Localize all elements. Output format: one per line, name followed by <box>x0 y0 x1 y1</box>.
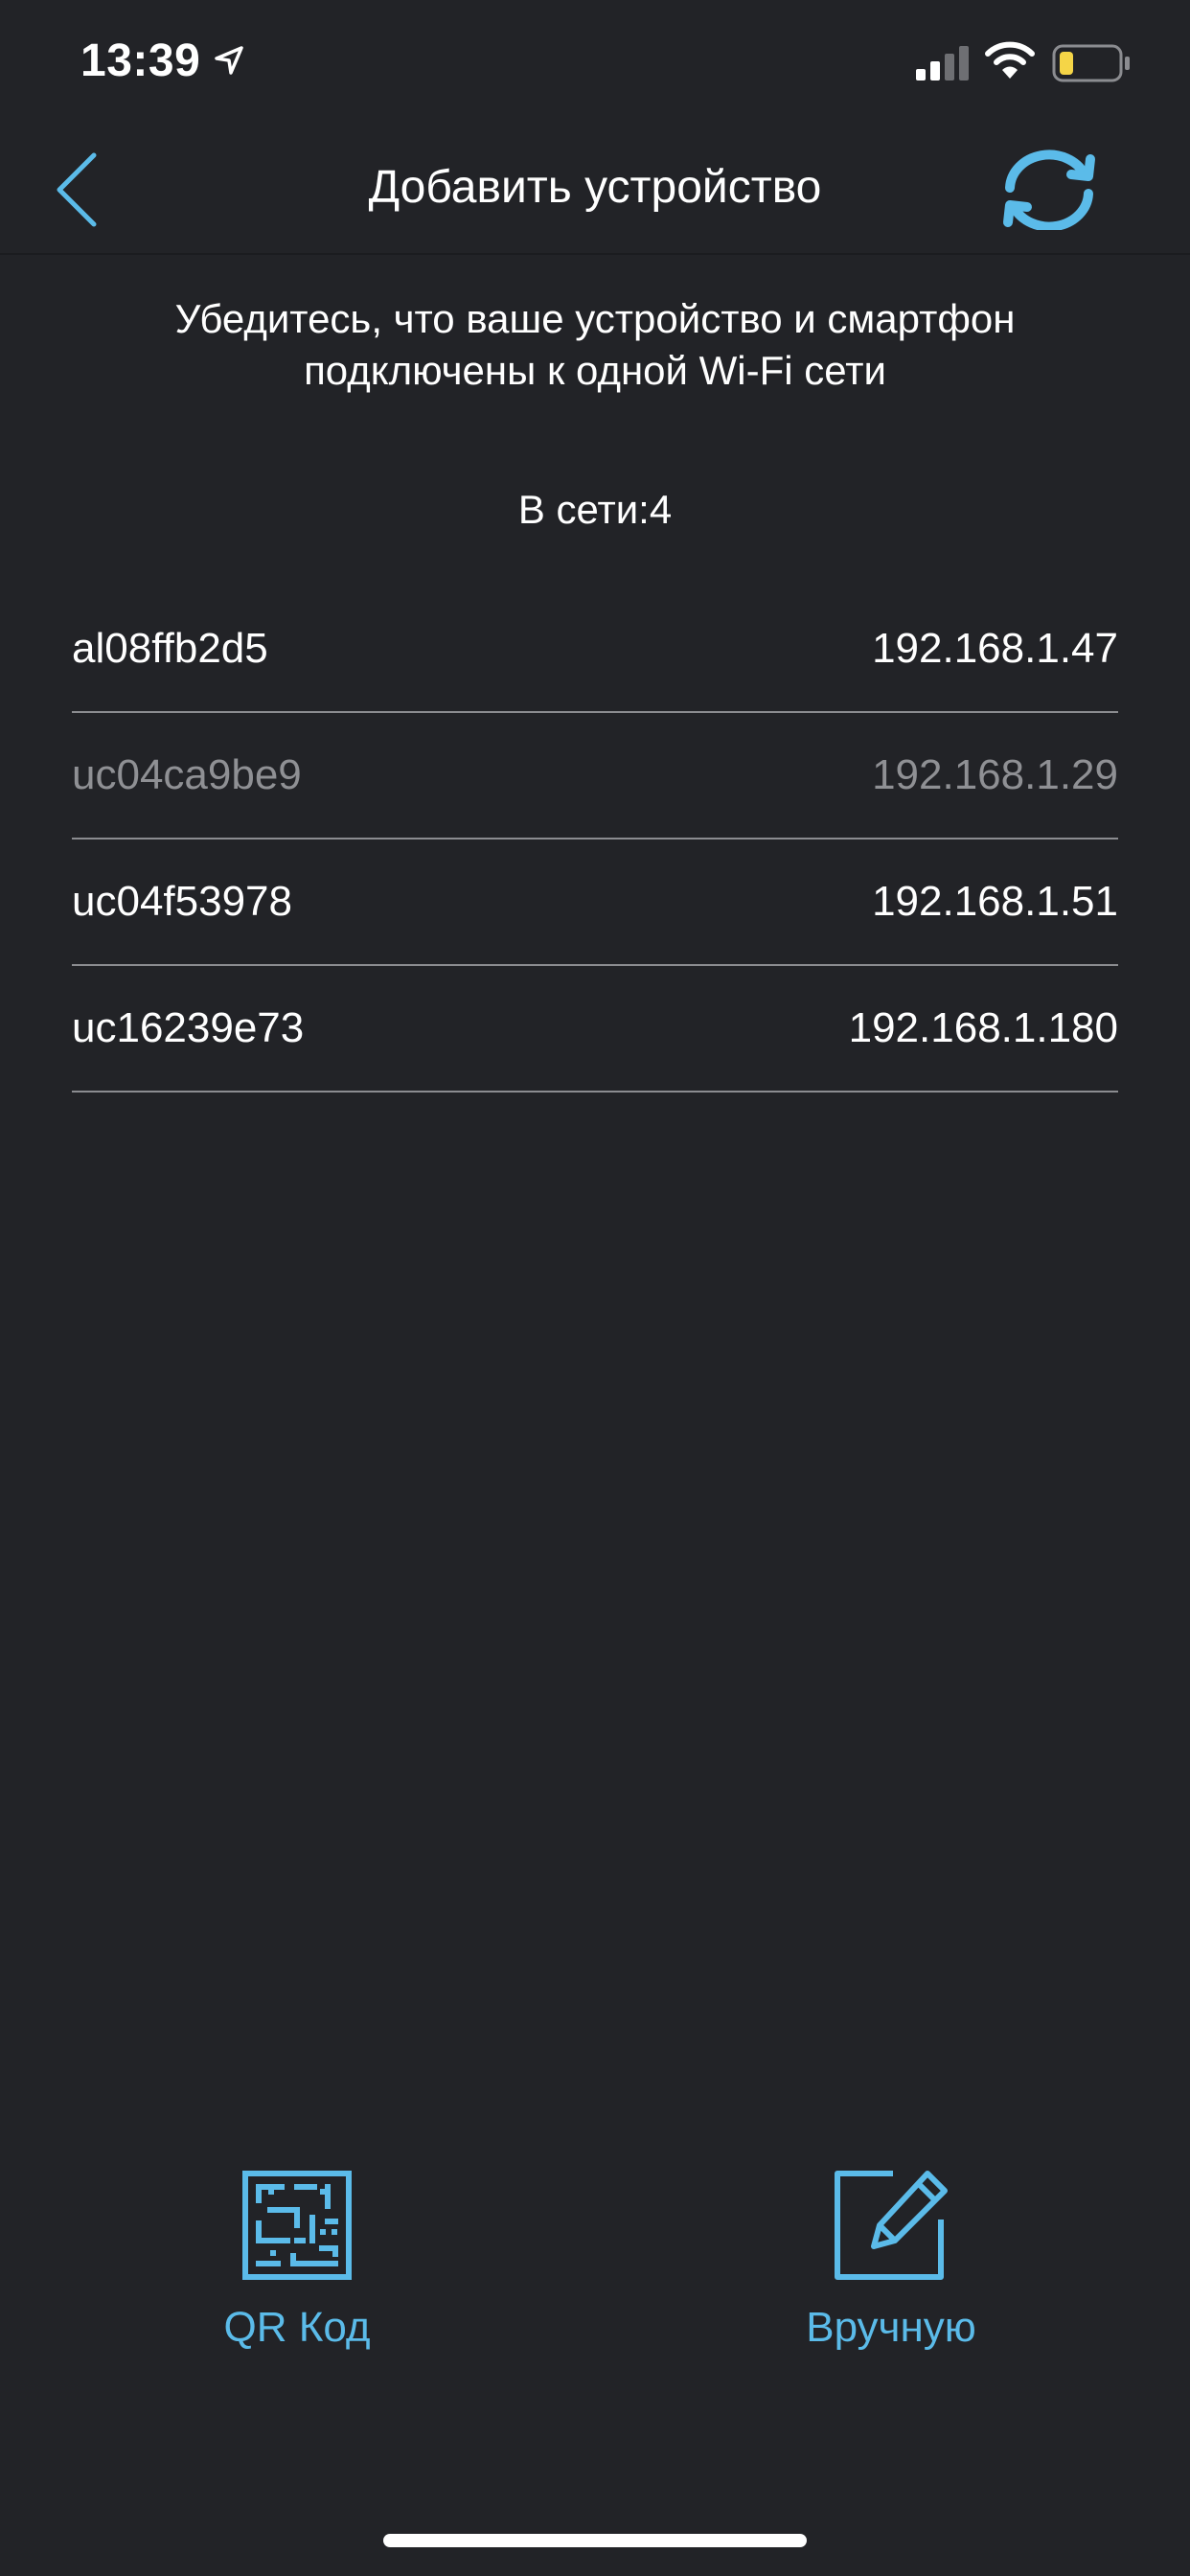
device-name: uc04f53978 <box>72 878 292 925</box>
back-button[interactable] <box>46 148 123 232</box>
nav-bar: Добавить устройство <box>0 126 1190 255</box>
page-title: Добавить устройство <box>368 162 822 213</box>
device-ip: 192.168.1.47 <box>872 625 1118 672</box>
home-indicator[interactable] <box>383 2534 807 2547</box>
wifi-icon <box>985 40 1035 80</box>
device-row[interactable]: uc04f53978 192.168.1.51 <box>72 840 1118 966</box>
instruction-line-1: Убедитесь, что ваше устройство и смартфо… <box>174 296 1016 341</box>
instruction-line-2: подключены к одной Wi-Fi сети <box>304 348 886 393</box>
chevron-left-icon <box>57 152 97 227</box>
device-row[interactable]: al08ffb2d5 192.168.1.47 <box>72 586 1118 713</box>
qr-code-icon <box>242 2171 352 2280</box>
refresh-icon <box>1003 150 1095 232</box>
manual-entry-button[interactable]: Вручную <box>747 2168 1035 2352</box>
device-name: uc16239e73 <box>72 1004 305 1051</box>
device-row[interactable]: uc16239e73 192.168.1.180 <box>72 966 1118 1092</box>
refresh-button[interactable] <box>996 150 1102 232</box>
edit-pencil-icon <box>835 2171 948 2280</box>
cellular-signal-icon <box>916 46 970 80</box>
manual-entry-label: Вручную <box>806 2304 976 2351</box>
device-row[interactable]: uc04ca9be9 192.168.1.29 <box>72 713 1118 840</box>
battery-low-icon <box>1052 44 1131 82</box>
location-arrow-icon <box>213 44 245 77</box>
status-bar: 13:39 <box>0 0 1190 126</box>
status-time: 13:39 <box>80 35 201 86</box>
device-ip: 192.168.1.180 <box>848 1004 1118 1051</box>
device-ip: 192.168.1.29 <box>872 751 1118 798</box>
instruction-text: Убедитесь, что ваше устройство и смартфо… <box>77 293 1113 397</box>
device-name: al08ffb2d5 <box>72 625 268 672</box>
qr-code-button[interactable]: QR Код <box>153 2168 441 2352</box>
device-name: uc04ca9be9 <box>72 751 302 798</box>
online-count: В сети:4 <box>517 487 673 532</box>
qr-code-label: QR Код <box>223 2304 371 2351</box>
device-ip: 192.168.1.51 <box>872 878 1118 925</box>
device-list: al08ffb2d5 192.168.1.47 uc04ca9be9 192.1… <box>72 586 1118 1092</box>
